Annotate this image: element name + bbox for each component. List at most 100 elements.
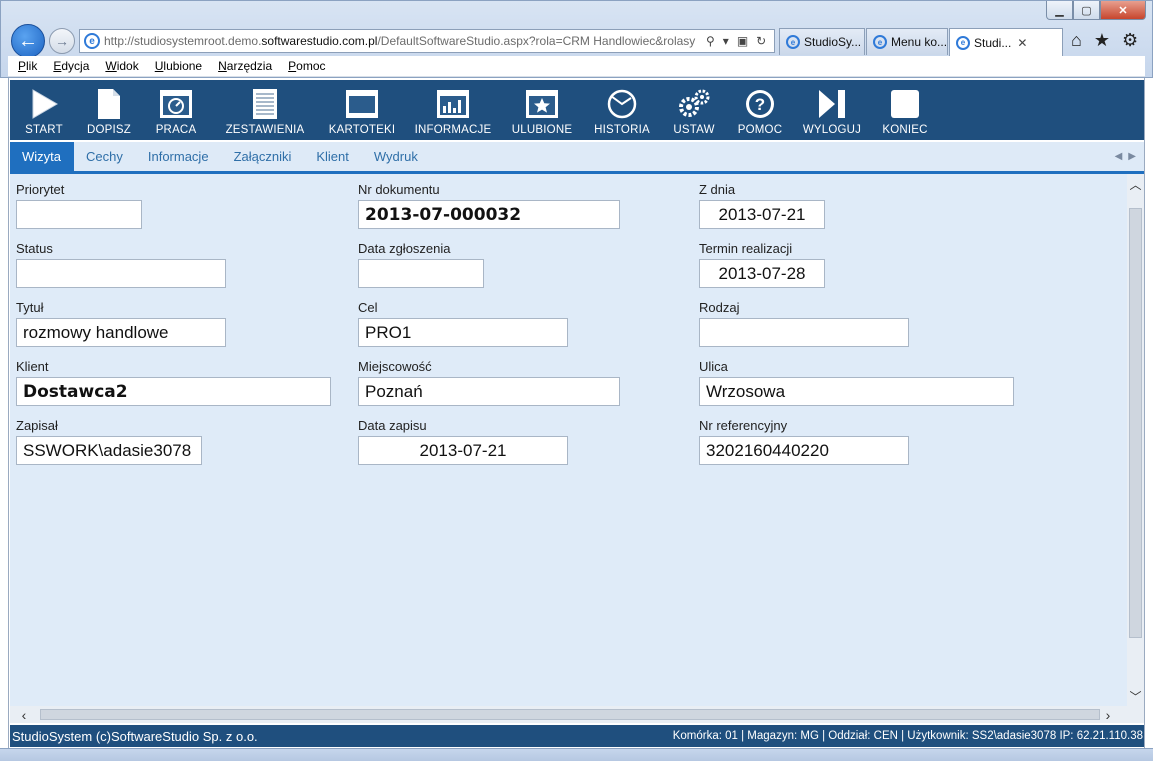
window-icon	[345, 87, 379, 121]
toolbar-praca-button[interactable]: PRACA	[140, 80, 212, 140]
ie-icon: e	[956, 35, 970, 50]
zapisal-input[interactable]: SSWORK\adasie3078	[16, 436, 202, 465]
tab-informacje[interactable]: Informacje	[136, 142, 222, 171]
tab-wydruk[interactable]: Wydruk	[362, 142, 431, 171]
toolbar-informacje-button[interactable]: INFORMACJE	[406, 80, 500, 140]
star-icon	[525, 87, 559, 121]
browser-tab-1[interactable]: e StudioSy...	[779, 28, 865, 55]
scroll-up-icon[interactable]: ︿	[1127, 174, 1144, 194]
tytul-input[interactable]: rozmowy handlowe	[16, 318, 226, 347]
forward-button[interactable]: →	[49, 28, 75, 54]
rodzaj-input[interactable]	[699, 318, 909, 347]
nr-dokumentu-input[interactable]: 2013-07-000032	[358, 200, 620, 229]
toolbar-start-button[interactable]: START	[10, 80, 78, 140]
play-icon	[29, 87, 59, 121]
toolbar-pomoc-button[interactable]: ? POMOC	[728, 80, 792, 140]
address-bar[interactable]: e http://studiosystemroot.demo.softwares…	[79, 29, 775, 53]
chart-icon	[436, 87, 470, 121]
field-termin-realizacji: Termin realizacji 2013-07-28	[699, 241, 825, 288]
search-icon[interactable]: ⚲	[706, 34, 715, 48]
toolbar-dopisz-button[interactable]: DOPISZ	[78, 80, 140, 140]
menu-plik[interactable]: Plik	[18, 59, 37, 73]
window-gauge-icon	[159, 87, 193, 121]
app-page: START DOPISZ PRACA ZESTAWIENIA KARTOTEKI	[8, 78, 1145, 748]
field-ulica: Ulica Wrzosowa	[699, 359, 1014, 406]
menu-ulubione[interactable]: Ulubione	[155, 59, 202, 73]
toolbar-kartoteki-button[interactable]: KARTOTEKI	[318, 80, 406, 140]
horizontal-scrollbar[interactable]: ‹ ›	[10, 706, 1144, 723]
z-dnia-input[interactable]: 2013-07-21	[699, 200, 825, 229]
browser-tab-2[interactable]: e Menu ko...	[866, 28, 948, 55]
miejscowosc-input[interactable]: Poznań	[358, 377, 620, 406]
toolbar-zestawienia-button[interactable]: ZESTAWIENIA	[212, 80, 318, 140]
horizontal-scroll-thumb[interactable]	[40, 709, 1100, 720]
menu-widok[interactable]: Widok	[105, 59, 138, 73]
scroll-left-icon[interactable]: ‹	[14, 706, 34, 723]
window-bottom-frame	[0, 748, 1153, 761]
tab-scroll-right-icon[interactable]: ▶	[1128, 151, 1136, 162]
status-bar: StudioSystem (c)SoftwareStudio Sp. z o.o…	[10, 725, 1144, 747]
browser-tab-3[interactable]: e Studi... ✕	[949, 28, 1063, 56]
toolbar-ulubione-button[interactable]: ULUBIONE	[500, 80, 584, 140]
ie-icon: e	[84, 33, 100, 49]
data-zgloszenia-input[interactable]	[358, 259, 484, 288]
dropdown-icon[interactable]: ▾	[723, 34, 729, 48]
close-tab-icon[interactable]: ✕	[1017, 36, 1027, 50]
field-z-dnia: Z dnia 2013-07-21	[699, 182, 825, 229]
field-status: Status	[16, 241, 226, 288]
menu-pomoc[interactable]: Pomoc	[288, 59, 325, 73]
form-tabs: Wizyta Cechy Informacje Załączniki Klien…	[10, 142, 1144, 174]
menu-narzedzia[interactable]: Narzędzia	[218, 59, 272, 73]
report-icon	[252, 87, 278, 121]
klient-input[interactable]: Dostawca2	[16, 377, 331, 406]
ie-icon: e	[873, 35, 887, 49]
favorites-star-icon[interactable]: ★	[1094, 30, 1110, 51]
toolbar-historia-button[interactable]: HISTORIA	[584, 80, 660, 140]
field-klient: Klient Dostawca2	[16, 359, 331, 406]
history-icon	[605, 87, 639, 121]
scroll-down-icon[interactable]: ﹀	[1127, 686, 1144, 706]
scroll-right-icon[interactable]: ›	[1098, 706, 1118, 723]
field-priorytet: Priorytet	[16, 182, 142, 229]
toolbar-wyloguj-button[interactable]: WYLOGUJ	[792, 80, 872, 140]
tab-wizyta[interactable]: Wizyta	[10, 142, 74, 171]
maximize-button[interactable]: ▢	[1073, 1, 1100, 20]
priorytet-input[interactable]	[16, 200, 142, 229]
tab-scroll-left-icon[interactable]: ◀	[1115, 151, 1123, 162]
settings-gear-icon[interactable]: ⚙	[1122, 30, 1138, 51]
close-window-button[interactable]: ✕	[1100, 1, 1146, 20]
cel-input[interactable]: PRO1	[358, 318, 568, 347]
back-button[interactable]: ←	[11, 24, 45, 58]
tab-klient[interactable]: Klient	[304, 142, 362, 171]
ulica-input[interactable]: Wrzosowa	[699, 377, 1014, 406]
data-zapisu-input[interactable]: 2013-07-21	[358, 436, 568, 465]
vertical-scroll-thumb[interactable]	[1129, 208, 1142, 638]
field-tytul: Tytuł rozmowy handlowe	[16, 300, 226, 347]
main-toolbar: START DOPISZ PRACA ZESTAWIENIA KARTOTEKI	[10, 80, 1144, 140]
url-text[interactable]: http://studiosystemroot.demo.softwarestu…	[104, 34, 700, 48]
toolbar-koniec-button[interactable]: KONIEC	[872, 80, 938, 140]
vertical-scrollbar[interactable]: ︿ ﹀	[1127, 174, 1144, 706]
field-zapisal: Zapisał SSWORK\adasie3078	[16, 418, 202, 465]
home-icon[interactable]: ⌂	[1071, 30, 1082, 51]
field-miejscowosc: Miejscowość Poznań	[358, 359, 620, 406]
termin-realizacji-input[interactable]: 2013-07-28	[699, 259, 825, 288]
document-icon	[96, 87, 122, 121]
tab-cechy[interactable]: Cechy	[74, 142, 136, 171]
nr-referencyjny-input[interactable]: 3202160440220	[699, 436, 909, 465]
visit-form: Priorytet Nr dokumentu 2013-07-000032 Z …	[10, 174, 1127, 706]
minimize-button[interactable]: ▁	[1046, 1, 1073, 20]
svg-text:?: ?	[755, 95, 765, 114]
menu-edycja[interactable]: Edycja	[53, 59, 89, 73]
stop-icon	[889, 87, 921, 121]
tab-zalaczniki[interactable]: Załączniki	[222, 142, 305, 171]
help-icon: ?	[743, 87, 777, 121]
status-input[interactable]	[16, 259, 226, 288]
window-controls: ▁ ▢ ✕	[1046, 1, 1146, 20]
compat-view-icon[interactable]: ▣	[737, 34, 748, 48]
refresh-icon[interactable]: ↻	[756, 34, 766, 48]
field-data-zapisu: Data zapisu 2013-07-21	[358, 418, 568, 465]
toolbar-ustaw-button[interactable]: USTAW	[660, 80, 728, 140]
field-rodzaj: Rodzaj	[699, 300, 909, 347]
menu-bar: Plik Edycja Widok Ulubione Narzędzia Pom…	[8, 56, 1145, 77]
